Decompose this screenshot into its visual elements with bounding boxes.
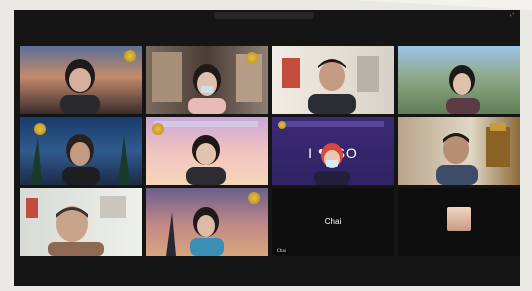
view-toggle-icon[interactable]: ⤢ bbox=[500, 11, 514, 19]
meeting-title bbox=[214, 12, 314, 19]
participant-tile-3[interactable] bbox=[272, 46, 394, 114]
participant-tile-11[interactable]: Chai Chai bbox=[272, 188, 394, 256]
participant-tile-7[interactable]: I ❤ SO bbox=[272, 117, 394, 185]
participant-video bbox=[282, 56, 379, 114]
participant-video bbox=[436, 123, 510, 185]
background-corner bbox=[352, 0, 532, 10]
video-call-window: ⤢ I SO Chai Chai bbox=[14, 10, 520, 286]
participant-tile-2[interactable] bbox=[146, 46, 268, 114]
participant-video bbox=[186, 135, 226, 185]
participant-tile-8[interactable] bbox=[398, 117, 520, 185]
participant-name: Chai bbox=[275, 248, 288, 254]
screenshot-root: { "meeting": { "window_title": "", "view… bbox=[0, 0, 532, 291]
participant-tile-9[interactable] bbox=[20, 188, 142, 256]
participant-tile-10[interactable] bbox=[146, 188, 268, 256]
top-bar: ⤢ bbox=[14, 10, 520, 22]
participant-video bbox=[26, 196, 126, 256]
participant-video bbox=[446, 65, 480, 114]
participant-tile-5[interactable] bbox=[20, 117, 142, 185]
participant-tile-1[interactable] bbox=[20, 46, 142, 114]
profile-picture bbox=[447, 207, 471, 231]
participant-tile-12[interactable] bbox=[398, 188, 520, 256]
organization-logo-icon bbox=[34, 123, 46, 135]
participant-tile-4[interactable] bbox=[398, 46, 520, 114]
organization-logo-icon bbox=[248, 192, 260, 204]
organization-logo-icon bbox=[124, 50, 136, 62]
organization-logo-icon bbox=[246, 52, 258, 64]
organization-logo-icon bbox=[278, 121, 286, 129]
participant-video bbox=[314, 143, 350, 185]
participant-tile-6[interactable] bbox=[146, 117, 268, 185]
participant-name-center: Chai bbox=[324, 217, 342, 226]
organization-logo-icon bbox=[152, 123, 164, 135]
